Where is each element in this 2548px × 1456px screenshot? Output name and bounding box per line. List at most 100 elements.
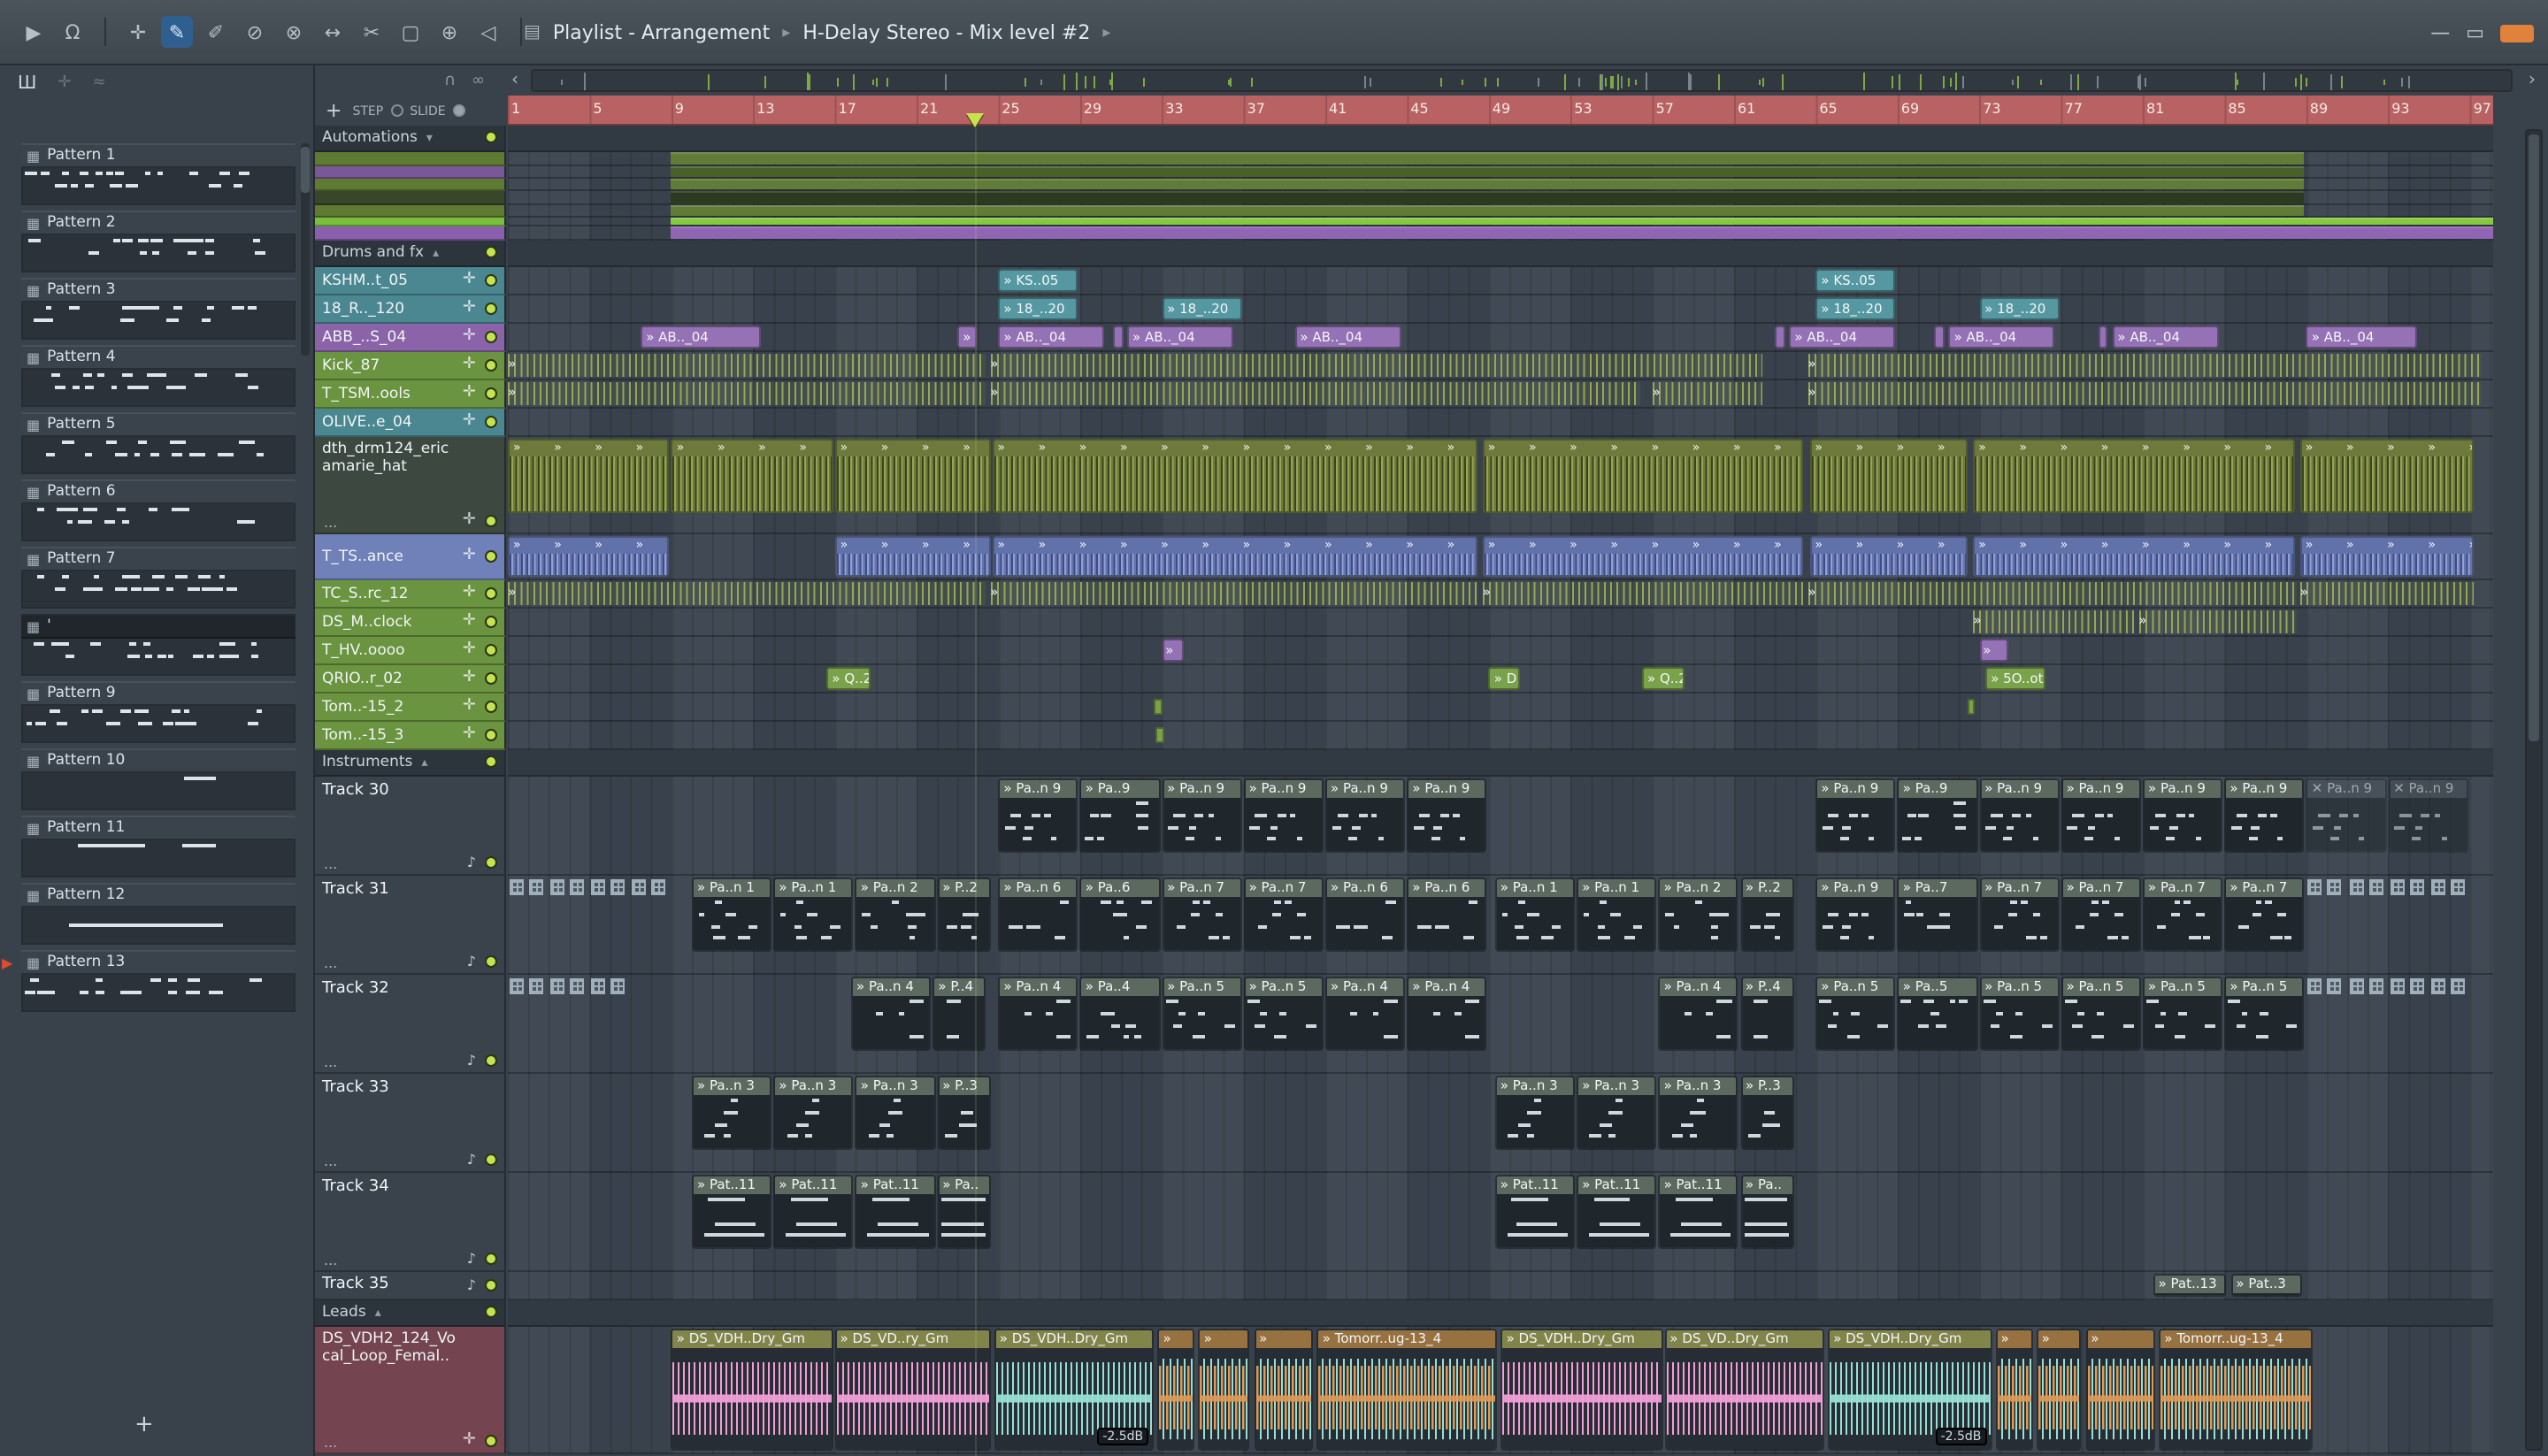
pattern-preview[interactable]	[21, 303, 295, 340]
track-header-Track-34[interactable]: Track 34... ♪	[315, 1173, 506, 1272]
track-lane[interactable]	[508, 750, 2493, 777]
clip[interactable]	[1967, 699, 1976, 715]
group-header-automations[interactable]: Automations ▾	[315, 126, 506, 152]
clip-Pa..n-9[interactable]: » Pa..n 9	[2143, 778, 2223, 853]
clip[interactable]: » » » »	[834, 536, 991, 577]
clip-Pa..n-9[interactable]: » Pa..n 9	[1815, 877, 1896, 952]
mute-led[interactable]	[485, 1306, 497, 1318]
clip-Pa..n-4[interactable]: » Pa..n 4	[1325, 977, 1406, 1051]
pattern-name-row[interactable]: ▦ Pattern 13	[21, 950, 295, 975]
track-header-Track-31[interactable]: Track 31... ♪	[315, 876, 506, 975]
track-header-Track-30[interactable]: Track 30... ♪	[315, 777, 506, 876]
clip-P..2[interactable]: » P..2	[937, 877, 991, 952]
mute-led[interactable]	[485, 586, 497, 599]
clip-Pa..n-9[interactable]: » Pa..n 9	[1325, 778, 1406, 853]
clip-P..4[interactable]: » P..4	[932, 977, 986, 1051]
clip[interactable]: »	[2138, 610, 2297, 633]
clip-AB.._04[interactable]: » AB.._04	[1294, 326, 1401, 349]
slide-link-icon[interactable]: ∞	[472, 72, 485, 89]
clip-KS..05[interactable]: » KS..05	[1815, 269, 1896, 292]
pattern-name-row[interactable]: ▦ Pattern 5	[21, 412, 295, 437]
track-header-T_HV-oooo[interactable]: T_HV..oooo ✛	[315, 637, 506, 665]
pattern-name-row[interactable]: ▦ Pattern 11	[21, 816, 295, 840]
track-header-QRIO-r_02[interactable]: QRIO..r_02 ✛	[315, 665, 506, 694]
track-lane[interactable]: » DS_VDH..Dry_Gm» DS_VD..ry_Gm» DS_VDH..…	[508, 1327, 2493, 1454]
clip-Pa..n-3[interactable]: » Pa..n 3	[855, 1076, 936, 1150]
clip-P..3[interactable]: » P..3	[937, 1076, 991, 1150]
pattern-name-row[interactable]: ▦ Pattern 4	[21, 345, 295, 370]
automation-lane-header[interactable]	[315, 205, 506, 218]
clip-Pa..n-4[interactable]: » Pa..n 4	[1407, 977, 1487, 1051]
clip[interactable]	[589, 877, 628, 900]
clip-Tomorr..ug-13_4[interactable]: » Tomorr..ug-13_4	[1316, 1329, 1498, 1451]
clip-AB.._04[interactable]: » AB.._04	[1127, 326, 1234, 349]
clip[interactable]: »	[1973, 610, 2135, 633]
clip[interactable]	[1112, 326, 1124, 349]
clip[interactable]	[671, 152, 2305, 165]
clip-Pat..13[interactable]: » Pat..13	[2153, 1274, 2227, 1297]
track-header-OLIVE-e_04[interactable]: OLIVE..e_04 ✛	[315, 409, 506, 437]
collapse-arrow-icon[interactable]: ▴	[433, 246, 439, 260]
mute-led[interactable]	[485, 273, 497, 286]
track-lane[interactable]: » 18_..20 » 18_..20 » 18_..20 » 18_..20	[508, 295, 2493, 324]
track-lane[interactable]: »»»»»	[508, 580, 2493, 609]
clip[interactable]	[2347, 877, 2386, 900]
track-header-Tom-15_2[interactable]: Tom..-15_2 ✛	[315, 694, 506, 722]
clip[interactable]: » » » » » » » »	[1973, 439, 2295, 513]
clip-Pa..n-5[interactable]: » Pa..n 5	[2143, 977, 2223, 1051]
clip-18_..20[interactable]: » 18_..20	[1162, 297, 1242, 320]
clip-Pa..n-7[interactable]: » Pa..n 7	[1162, 877, 1242, 952]
zoom-tool-icon[interactable]: ⊕	[434, 16, 465, 48]
clip-Tomorr..ug-13_4[interactable]: » Tomorr..ug-13_4	[2159, 1329, 2313, 1451]
mute-led[interactable]	[485, 643, 497, 655]
slip-tool-icon[interactable]: ✛	[122, 16, 154, 48]
step-toggle[interactable]	[390, 104, 403, 117]
clip[interactable]	[2429, 977, 2467, 1000]
clip[interactable]: » » » » » » » » » » » »	[992, 439, 1477, 513]
pattern-item[interactable]: ▦ Pattern 13 ▶	[2, 950, 295, 1017]
clip[interactable]: »	[990, 382, 1640, 405]
mute-led[interactable]	[485, 1054, 497, 1067]
clip-DS_VD..Dry_Gm[interactable]: » DS_VD..Dry_Gm	[1664, 1329, 1824, 1451]
pattern-item[interactable]: ▦ Pattern 2	[21, 211, 295, 278]
pattern-name-row[interactable]: ▦ Pattern 6	[21, 479, 295, 504]
clip-AB.._04[interactable]: » AB.._04	[1789, 326, 1896, 349]
clip[interactable]	[549, 877, 587, 900]
clip-Pa..n-6[interactable]: » Pa..n 6	[1407, 877, 1487, 952]
select-tool-icon[interactable]: ▢	[395, 16, 426, 48]
pattern-preview[interactable]	[21, 908, 295, 945]
clip[interactable]	[508, 877, 547, 900]
clip-Pa..n-2[interactable]: » Pa..n 2	[855, 877, 936, 952]
pattern-name-row[interactable]: ▦ Pattern 9	[21, 681, 295, 706]
track-lane[interactable]	[508, 179, 2493, 191]
clip[interactable]: » » » » » » » »	[1482, 536, 1804, 577]
clip[interactable]: »	[1995, 1329, 2033, 1451]
clip-Pa..n-3[interactable]: » Pa..n 3	[692, 1076, 772, 1150]
mute-led[interactable]	[485, 330, 497, 342]
clip-Pa..4[interactable]: » Pa..4	[1079, 977, 1161, 1051]
pattern-preview[interactable]	[21, 571, 295, 609]
track-lane[interactable]	[508, 152, 2493, 166]
track-lane[interactable]: »»»»»»»»»»»»»»»»»»»»»»»»»»»»»»»»»»»»»»»»…	[508, 437, 2493, 534]
clip[interactable]: »	[1652, 382, 1763, 405]
group-header-drums-and-fx[interactable]: Drums and fx ▴	[315, 241, 506, 267]
clip[interactable]	[1934, 326, 1946, 349]
clip-Pa..n-7[interactable]: » Pa..n 7	[1979, 877, 2060, 952]
clip-P..2[interactable]: » P..2	[1740, 877, 1794, 952]
track-lane[interactable]	[508, 218, 2493, 226]
pattern-preview[interactable]	[21, 168, 295, 205]
clip-P..3[interactable]: » P..3	[1740, 1076, 1794, 1150]
clip-Pa..n-5[interactable]: » Pa..n 5	[1243, 977, 1324, 1051]
playback-tool-icon[interactable]: ◁	[472, 16, 504, 48]
clip-D..[interactable]: » D..	[1488, 667, 1520, 690]
track-lane[interactable]	[508, 409, 2493, 437]
track-lane[interactable]	[508, 1300, 2493, 1327]
track-header-TC_S-rc_12[interactable]: TC_S..rc_12 ✛	[315, 580, 506, 609]
clip[interactable]: »	[2085, 1329, 2156, 1451]
clip-18_..20[interactable]: » 18_..20	[998, 297, 1078, 320]
clip-KS..05[interactable]: » KS..05	[998, 269, 1078, 292]
track-lane[interactable]: » Q..2 » D.. » Q..2 » 5O..ot	[508, 665, 2493, 694]
automation-lane-header[interactable]	[315, 179, 506, 191]
pan-cross-icon[interactable]: ✛	[463, 511, 476, 529]
track-header-DS_M-clock[interactable]: DS_M..clock ✛	[315, 609, 506, 637]
